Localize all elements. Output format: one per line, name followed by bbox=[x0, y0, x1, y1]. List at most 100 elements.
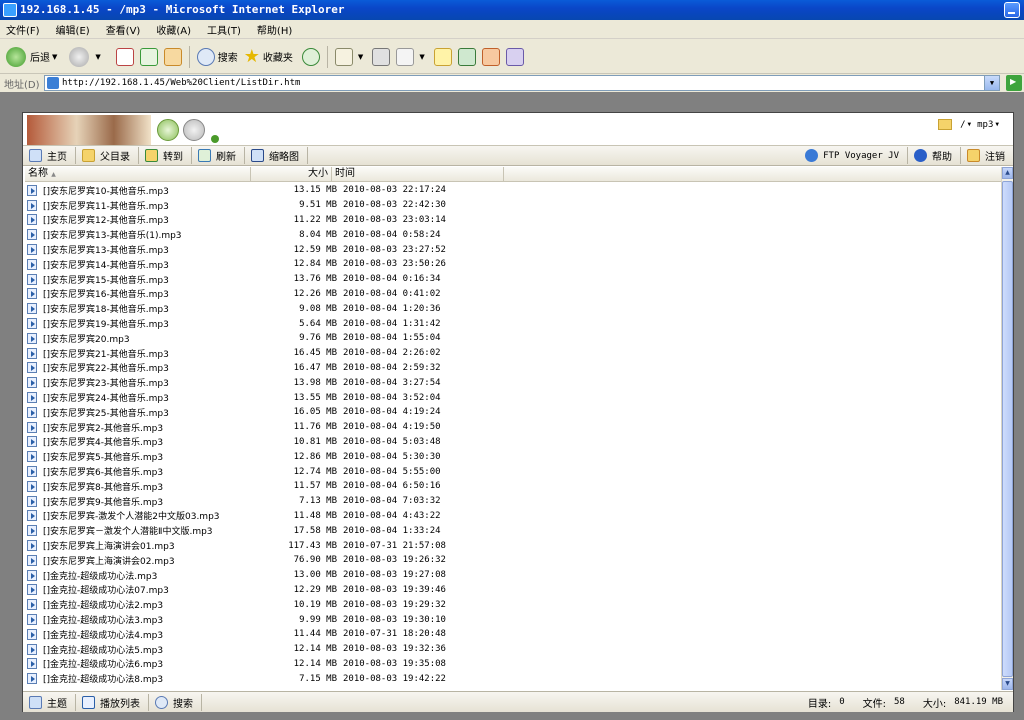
forward-dropdown-icon[interactable]: ▼ bbox=[95, 53, 100, 61]
mail-icon[interactable] bbox=[334, 47, 353, 66]
file-row[interactable]: []安东尼罗宾13-其他音乐(1).mp3 8.04 MB 2010-08-04 0… bbox=[25, 227, 1001, 242]
file-row[interactable]: []安东尼罗宾19-其他音乐.mp3 5.64 MB 2010-08-04 1:31… bbox=[25, 316, 1001, 331]
picture-icon[interactable] bbox=[457, 47, 476, 66]
file-name[interactable]: []安东尼罗宾16-其他音乐.mp3 bbox=[43, 287, 253, 300]
file-name[interactable]: []安东尼罗宾13-其他音乐.mp3 bbox=[43, 243, 253, 256]
file-row[interactable]: []安东尼罗宾25-其他音乐.mp3 16.05 MB 2010-08-04 4:1… bbox=[25, 405, 1001, 420]
search-button[interactable]: 搜索 bbox=[194, 43, 238, 71]
menu-view[interactable]: 查看(V) bbox=[106, 22, 141, 37]
file-name[interactable]: []安东尼罗宾9-其他音乐.mp3 bbox=[43, 495, 253, 508]
file-row[interactable]: []金克拉-超级成功心法4.mp3 11.44 MB 2010-07-31 18:2… bbox=[25, 627, 1001, 642]
file-name[interactable]: []安东尼罗宾24-其他音乐.mp3 bbox=[43, 391, 253, 404]
file-row[interactable]: []安东尼罗宾10-其他音乐.mp3 13.15 MB 2010-08-03 22:… bbox=[25, 183, 1001, 198]
file-row[interactable]: []安东尼罗宾上海演讲会01.mp3 117.43 MB 2010-07-31 21… bbox=[25, 538, 1001, 553]
help-button[interactable]: 帮助 bbox=[907, 147, 960, 164]
scroll-down-icon[interactable]: ▼ bbox=[1002, 678, 1013, 690]
discuss-icon[interactable] bbox=[433, 47, 452, 66]
path-root[interactable]: / bbox=[960, 120, 965, 130]
back-button[interactable]: 后退 ▼ bbox=[6, 43, 63, 71]
file-row[interactable]: []金克拉-超级成功心法2.mp3 10.19 MB 2010-08-03 19:2… bbox=[25, 597, 1001, 612]
file-name[interactable]: []安东尼罗宾22-其他音乐.mp3 bbox=[43, 361, 253, 374]
favorites-button[interactable]: ★ 收藏夹 bbox=[244, 43, 293, 71]
file-row[interactable]: []安东尼罗宾20.mp3 9.76 MB 2010-08-04 1:55:04 bbox=[25, 331, 1001, 346]
file-name[interactable]: []安东尼罗宾15-其他音乐.mp3 bbox=[43, 273, 253, 286]
file-name[interactable]: []安东尼罗宾4-其他音乐.mp3 bbox=[43, 435, 253, 448]
file-row[interactable]: []安东尼罗宾6-其他音乐.mp3 12.74 MB 2010-08-04 5:55… bbox=[25, 464, 1001, 479]
file-name[interactable]: []安东尼罗宾21-其他音乐.mp3 bbox=[43, 347, 253, 360]
edit-icon[interactable] bbox=[396, 47, 415, 66]
file-row[interactable]: []安东尼罗宾23-其他音乐.mp3 13.98 MB 2010-08-04 3:2… bbox=[25, 375, 1001, 390]
menu-edit[interactable]: 编辑(E) bbox=[56, 22, 90, 37]
scroll-up-icon[interactable]: ▲ bbox=[1002, 167, 1013, 179]
file-row[interactable]: []安东尼罗宾18-其他音乐.mp3 9.08 MB 2010-08-04 1:20… bbox=[25, 301, 1001, 316]
nav-forward-icon[interactable] bbox=[183, 119, 205, 141]
file-name[interactable]: []金克拉-超级成功心法5.mp3 bbox=[43, 643, 253, 656]
file-name[interactable]: []安东尼罗宾10-其他音乐.mp3 bbox=[43, 184, 253, 197]
home-icon[interactable] bbox=[163, 47, 182, 66]
column-time-header[interactable]: 时间 bbox=[332, 167, 504, 182]
file-row[interactable]: []金克拉-超级成功心法07.mp3 12.29 MB 2010-08-03 19:… bbox=[25, 583, 1001, 598]
file-name[interactable]: []安东尼罗宾14-其他音乐.mp3 bbox=[43, 258, 253, 271]
file-name[interactable]: []安东尼罗宾8-其他音乐.mp3 bbox=[43, 480, 253, 493]
file-name[interactable]: []安东尼罗宾5-其他音乐.mp3 bbox=[43, 450, 253, 463]
file-name[interactable]: []金克拉-超级成功心法6.mp3 bbox=[43, 657, 253, 670]
file-row[interactable]: []安东尼罗宾21-其他音乐.mp3 16.45 MB 2010-08-04 2:2… bbox=[25, 346, 1001, 361]
file-row[interactable]: []安东尼罗宾8-其他音乐.mp3 11.57 MB 2010-08-04 6:50… bbox=[25, 479, 1001, 494]
file-name[interactable]: []金克拉-超级成功心法.mp3 bbox=[43, 569, 253, 582]
thumbnails-button[interactable]: 缩略图 bbox=[245, 147, 308, 164]
file-row[interactable]: []金克拉-超级成功心法5.mp3 12.14 MB 2010-08-03 19:3… bbox=[25, 642, 1001, 657]
minimize-button[interactable] bbox=[1004, 2, 1020, 18]
file-name[interactable]: []金克拉-超级成功心法2.mp3 bbox=[43, 598, 253, 611]
nav-back-icon[interactable] bbox=[157, 119, 179, 141]
goto-button[interactable]: 转到 bbox=[139, 147, 192, 164]
vertical-scrollbar[interactable]: ▲ ▼ bbox=[1001, 167, 1013, 690]
file-name[interactable]: []安东尼罗宾－激发个人潜能Ⅱ中文版.mp3 bbox=[43, 524, 253, 537]
file-row[interactable]: []安东尼罗宾9-其他音乐.mp3 7.13 MB 2010-08-04 7:03:… bbox=[25, 494, 1001, 509]
status-search-button[interactable]: 搜索 bbox=[149, 693, 202, 711]
file-name[interactable]: []金克拉-超级成功心法4.mp3 bbox=[43, 628, 253, 641]
file-name[interactable]: []安东尼罗宾上海演讲会01.mp3 bbox=[43, 539, 253, 552]
playlist-button[interactable]: 播放列表 bbox=[76, 693, 149, 711]
file-name[interactable]: []安东尼罗宾18-其他音乐.mp3 bbox=[43, 302, 253, 315]
file-row[interactable]: []安东尼罗宾15-其他音乐.mp3 13.76 MB 2010-08-04 0:1… bbox=[25, 272, 1001, 287]
path-current-dropdown-icon[interactable]: ▼ bbox=[995, 121, 999, 128]
print-icon[interactable] bbox=[372, 47, 391, 66]
file-name[interactable]: []金克拉-超级成功心法3.mp3 bbox=[43, 613, 253, 626]
file-name[interactable]: []安东尼罗宾上海演讲会02.mp3 bbox=[43, 554, 253, 567]
research-icon[interactable] bbox=[505, 47, 524, 66]
menu-tools[interactable]: 工具(T) bbox=[207, 22, 241, 37]
file-row[interactable]: []安东尼罗宾上海演讲会02.mp3 76.90 MB 2010-08-03 19:… bbox=[25, 553, 1001, 568]
file-name[interactable]: []安东尼罗宾25-其他音乐.mp3 bbox=[43, 406, 253, 419]
menu-favorites[interactable]: 收藏(A) bbox=[156, 22, 191, 37]
forward-button[interactable]: ▼ bbox=[69, 43, 106, 71]
home-button[interactable]: 主页 bbox=[23, 147, 76, 164]
file-row[interactable]: []安东尼罗宾14-其他音乐.mp3 12.84 MB 2010-08-03 23:… bbox=[25, 257, 1001, 272]
file-row[interactable]: []安东尼罗宾13-其他音乐.mp3 12.59 MB 2010-08-03 23:… bbox=[25, 242, 1001, 257]
edit-dropdown-icon[interactable]: ▼ bbox=[419, 53, 424, 61]
file-row[interactable]: []安东尼罗宾22-其他音乐.mp3 16.47 MB 2010-08-04 2:5… bbox=[25, 361, 1001, 376]
file-name[interactable]: []安东尼罗宾-激发个人潜能2中文版03.mp3 bbox=[43, 509, 253, 522]
go-button[interactable] bbox=[1006, 75, 1022, 91]
refresh-icon[interactable] bbox=[139, 47, 158, 66]
file-name[interactable]: []安东尼罗宾2-其他音乐.mp3 bbox=[43, 421, 253, 434]
path-root-dropdown-icon[interactable]: ▼ bbox=[967, 121, 971, 128]
file-row[interactable]: []金克拉-超级成功心法3.mp3 9.99 MB 2010-08-03 19:30… bbox=[25, 612, 1001, 627]
menu-file[interactable]: 文件(F) bbox=[6, 22, 40, 37]
column-name-header[interactable]: 名称 ▲ bbox=[25, 167, 251, 182]
file-name[interactable]: []安东尼罗宾12-其他音乐.mp3 bbox=[43, 213, 253, 226]
parent-dir-button[interactable]: 父目录 bbox=[76, 147, 139, 164]
file-name[interactable]: []金克拉-超级成功心法8.mp3 bbox=[43, 672, 253, 685]
file-row[interactable]: []安东尼罗宾2-其他音乐.mp3 11.76 MB 2010-08-04 4:19… bbox=[25, 420, 1001, 435]
path-current[interactable]: mp3 bbox=[977, 120, 993, 130]
file-name[interactable]: []安东尼罗宾13-其他音乐(1).mp3 bbox=[43, 228, 253, 241]
column-size-header[interactable]: 大小 bbox=[251, 167, 332, 182]
scroll-thumb[interactable] bbox=[1002, 181, 1013, 677]
address-dropdown-icon[interactable]: ▼ bbox=[984, 76, 999, 90]
back-dropdown-icon[interactable]: ▼ bbox=[52, 53, 57, 61]
file-row[interactable]: []金克拉-超级成功心法8.mp3 7.15 MB 2010-08-03 19:42… bbox=[25, 671, 1001, 686]
file-row[interactable]: []金克拉-超级成功心法.mp3 13.00 MB 2010-08-03 19:27… bbox=[25, 568, 1001, 583]
file-name[interactable]: []安东尼罗宾20.mp3 bbox=[43, 332, 253, 345]
file-name[interactable]: []安东尼罗宾19-其他音乐.mp3 bbox=[43, 317, 253, 330]
file-name[interactable]: []安东尼罗宾6-其他音乐.mp3 bbox=[43, 465, 253, 478]
stop-icon[interactable] bbox=[115, 47, 134, 66]
